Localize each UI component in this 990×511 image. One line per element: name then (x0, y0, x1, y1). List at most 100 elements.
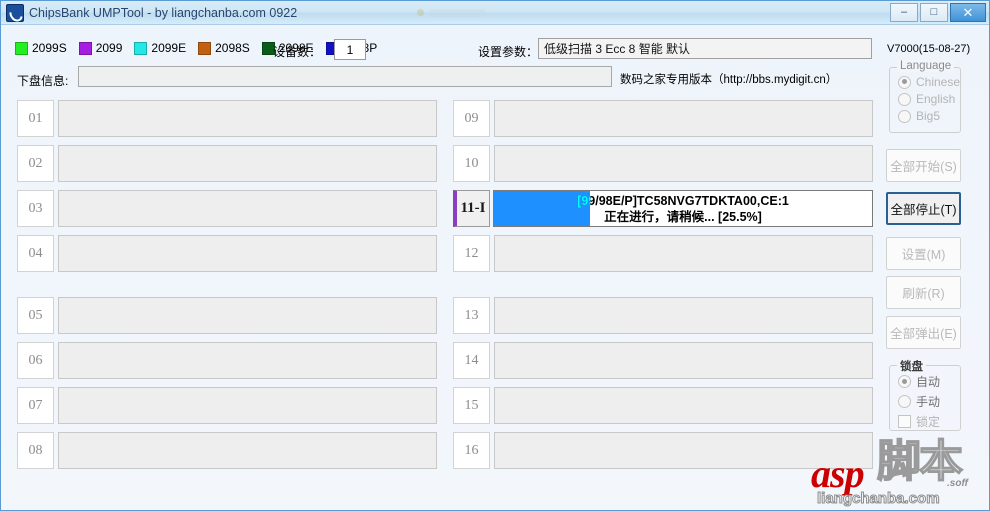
slot-status-area (494, 432, 873, 469)
radio-icon[interactable] (898, 109, 911, 123)
slot-10[interactable]: 10 (453, 145, 873, 182)
slot-number-label: 08 (17, 432, 54, 469)
version-label: V7000(15-08-27) (887, 43, 971, 55)
title-bar: ChipsBank UMPTool - by liangchanba.com 0… (1, 1, 989, 25)
lock-option-label: 手动 (916, 395, 941, 409)
sidebar-button-4[interactable]: 全部弹出(E) (886, 316, 961, 349)
watermark-cn-text: 脚本 (876, 437, 964, 486)
slot-number-label: 13 (453, 297, 490, 334)
sidebar-button-0[interactable]: 全部开始(S) (886, 149, 961, 182)
slot-01[interactable]: 01 (17, 100, 437, 137)
slot-15[interactable]: 15 (453, 387, 873, 424)
slot-status-area (58, 432, 437, 469)
radio-icon[interactable] (898, 395, 911, 408)
legend-label: 2099 (95, 41, 123, 55)
radio-icon[interactable] (898, 92, 911, 106)
lock-disk-group: 锁盘 自动 手动 锁定 (889, 358, 961, 431)
application-window: ChipsBank UMPTool - by liangchanba.com 0… (0, 0, 990, 511)
slot-09[interactable]: 09 (453, 100, 873, 137)
slot-08[interactable]: 08 (17, 432, 437, 469)
ghost-dot-icon (417, 9, 425, 16)
progress-line-2: 正在进行，请稍候... [25.5%] (604, 209, 762, 224)
slot-status-area (494, 100, 873, 137)
lock-checkbox-label: 锁定 (916, 415, 941, 429)
maximize-button[interactable]: □ (920, 3, 948, 22)
ghost-bar (430, 8, 486, 17)
slot-status-area (58, 297, 437, 334)
site-credit-label: 数码之家专用版本（http://bbs.mydigit.cn） (620, 74, 838, 86)
language-option-big5[interactable]: Big5 (898, 109, 960, 123)
legend-label: 2099E (151, 41, 187, 55)
slot-14[interactable]: 14 (453, 342, 873, 379)
slot-12[interactable]: 12 (453, 235, 873, 272)
slot-number-label: 14 (453, 342, 490, 379)
slot-status-area (494, 297, 873, 334)
lock-option-0[interactable]: 自动 (898, 373, 960, 390)
slot-status-area (494, 235, 873, 272)
disk-info-input[interactable] (78, 66, 612, 87)
slot-07[interactable]: 07 (17, 387, 437, 424)
slot-number-label: 15 (453, 387, 490, 424)
slot-13[interactable]: 13 (453, 297, 873, 334)
device-count-label: 设备数： (273, 45, 322, 59)
slot-status-area (58, 190, 437, 227)
progress-line-1: [99/98E/P]TC58NVG7TDKTA00,CE:1 (577, 193, 789, 208)
lock-option-1[interactable]: 手动 (898, 393, 960, 410)
slot-04[interactable]: 04 (17, 235, 437, 272)
slot-number-label: 16 (453, 432, 490, 469)
slot-03[interactable]: 03 (17, 190, 437, 227)
title-bar-ghost-artifact (417, 8, 486, 17)
minimize-button[interactable]: – (890, 3, 918, 22)
chipsbank-logo-icon (6, 3, 24, 22)
slot-status-area (58, 100, 437, 137)
slot-05[interactable]: 05 (17, 297, 437, 334)
slot-06[interactable]: 06 (17, 342, 437, 379)
legend-swatch-icon (134, 41, 148, 55)
radio-icon[interactable] (898, 75, 911, 89)
slot-status-area (494, 342, 873, 379)
slot-number-label: 02 (17, 145, 54, 182)
slot-number-label: 09 (453, 100, 490, 137)
slot-status-area (58, 235, 437, 272)
slot-number-label: 04 (17, 235, 54, 272)
sidebar-button-2[interactable]: 设置(M) (886, 237, 961, 270)
slot-number-label: 01 (17, 100, 54, 137)
window-title: ChipsBank UMPTool - by liangchanba.com 0… (29, 5, 298, 20)
slot-number-label: 12 (453, 235, 490, 272)
legend-item-2099s: 2099S (15, 41, 67, 55)
close-button[interactable]: ✕ (950, 3, 986, 22)
language-group: Language Chinese English Big5 (889, 60, 961, 133)
slot-number-label: 03 (17, 190, 54, 227)
sidebar-button-1[interactable]: 全部停止(T) (886, 192, 961, 225)
legend-item-2098s: 2098S (198, 41, 250, 55)
slot-16[interactable]: 16 (453, 432, 873, 469)
watermark-domain-text: liangchanba.com (817, 490, 941, 508)
legend-swatch-icon (15, 41, 28, 55)
language-group-title: Language (897, 60, 955, 72)
slot-status-area: [99/98E/P]TC58NVG7TDKTA00,CE:1 正在进行，请稍候..… (493, 190, 873, 227)
lock-checkbox-row[interactable]: 锁定 (898, 413, 960, 430)
sidebar-button-3[interactable]: 刷新(R) (886, 276, 961, 309)
device-count-input[interactable]: 1 (334, 39, 366, 60)
legend-swatch-icon (78, 41, 92, 55)
slot-number-label: 06 (17, 342, 54, 379)
slot-number-label: 10 (453, 145, 490, 182)
caption-buttons: – □ ✕ (890, 3, 986, 22)
legend-label: 2099S (32, 41, 67, 55)
language-option-english[interactable]: English (898, 92, 960, 106)
language-option-chinese[interactable]: Chinese (898, 75, 960, 89)
legend-label: 2098S (215, 41, 250, 55)
slot-status-area (58, 342, 437, 379)
slot-02[interactable]: 02 (17, 145, 437, 182)
language-option-label: Chinese (916, 75, 961, 89)
language-option-label: Big5 (916, 109, 941, 123)
slot-11-I[interactable]: 11-I [99/98E/P]TC58NVG7TDKTA00,CE:1 正在进行，请… (453, 190, 873, 227)
lock-option-label: 自动 (916, 375, 941, 389)
lock-checkbox[interactable] (898, 415, 911, 428)
watermark-soff-text: .soff (947, 478, 968, 489)
disk-info-label: 下盘信息: (17, 74, 69, 88)
radio-icon[interactable] (898, 375, 911, 388)
legend-item-2099: 2099 (78, 41, 123, 55)
settings-param-input[interactable]: 低级扫描 3 Ecc 8 智能 默认 (538, 38, 872, 59)
slot-number-label: 05 (17, 297, 54, 334)
